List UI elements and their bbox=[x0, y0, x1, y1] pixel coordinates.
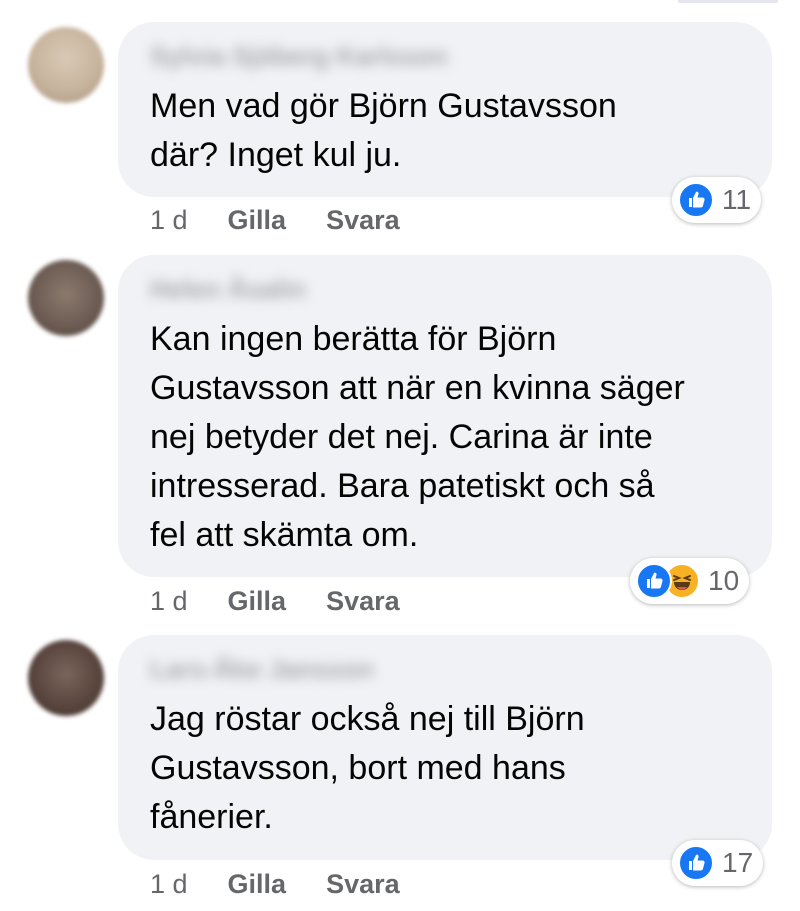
reaction-summary[interactable]: 17 bbox=[672, 840, 764, 886]
avatar[interactable] bbox=[28, 640, 104, 716]
reply-button[interactable]: Svara bbox=[326, 869, 400, 900]
like-icon bbox=[636, 563, 672, 599]
reaction-count: 17 bbox=[722, 847, 754, 878]
like-icon bbox=[678, 182, 714, 218]
comment-actions: 1 d Gilla Svara bbox=[150, 864, 440, 904]
like-button[interactable]: Gilla bbox=[228, 869, 287, 900]
comment-time[interactable]: 1 d bbox=[150, 869, 188, 900]
like-icon bbox=[678, 845, 714, 881]
comment-3: Lars-Åke Jansson Jag röstar också nej ti… bbox=[0, 0, 800, 911]
comment-author[interactable]: Lars-Åke Jansson bbox=[150, 656, 450, 682]
comment-bubble: Lars-Åke Jansson Jag röstar också nej ti… bbox=[118, 635, 772, 860]
comment-text: Jag röstar också nej till Björn Gustavss… bbox=[150, 700, 585, 836]
